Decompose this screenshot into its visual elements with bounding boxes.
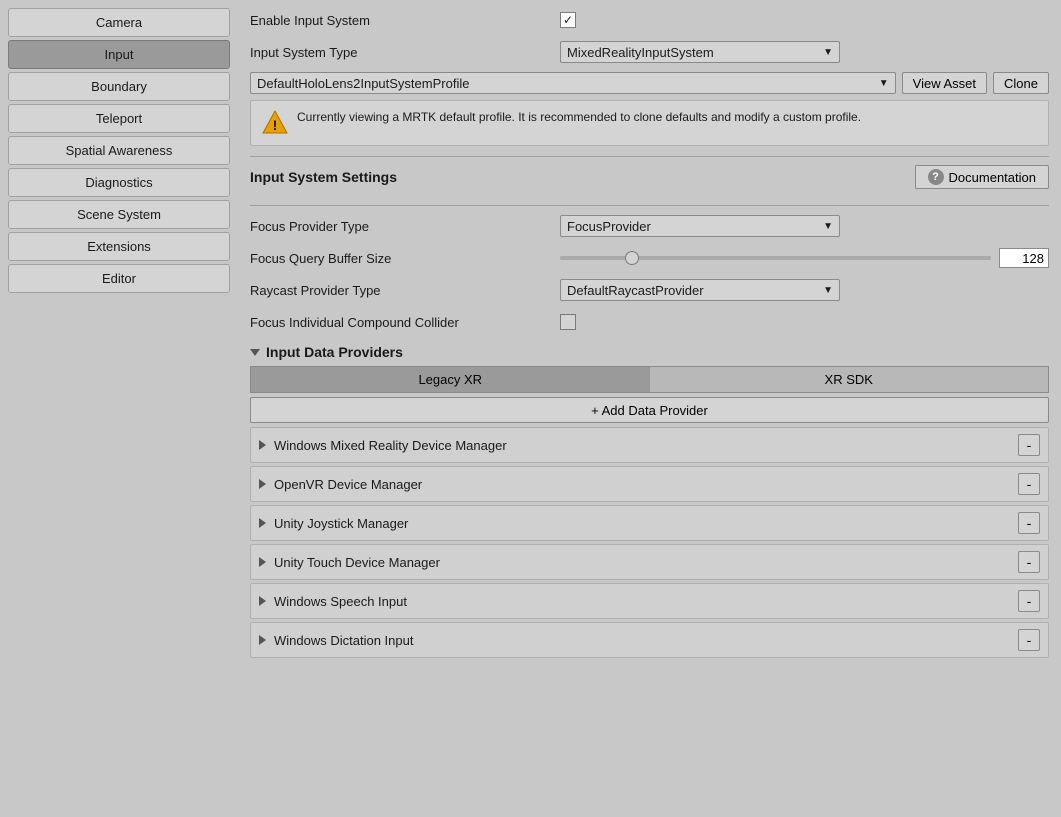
enable-input-label: Enable Input System: [250, 13, 560, 28]
provider-expand-icon[interactable]: [259, 518, 266, 528]
slider-thumb[interactable]: [625, 251, 639, 265]
svg-text:!: !: [273, 117, 278, 133]
provider-remove-button[interactable]: -: [1018, 434, 1040, 456]
provider-label: Unity Touch Device Manager: [274, 555, 1018, 570]
input-system-type-value: MixedRealityInputSystem ▼: [560, 41, 1049, 63]
warning-icon: !: [261, 109, 289, 137]
focus-query-label: Focus Query Buffer Size: [250, 251, 560, 266]
raycast-row: Raycast Provider Type DefaultRaycastProv…: [250, 278, 1049, 302]
focus-provider-dropdown-arrow-icon: ▼: [815, 221, 833, 232]
sidebar-item-scene-system[interactable]: Scene System: [8, 200, 230, 229]
dropdown-arrow-icon: ▼: [815, 47, 833, 58]
compound-collider-label: Focus Individual Compound Collider: [250, 315, 560, 330]
list-item: OpenVR Device Manager -: [250, 466, 1049, 502]
enable-input-value: [560, 12, 1049, 28]
providers-header: Input Data Providers: [250, 344, 1049, 360]
clone-button[interactable]: Clone: [993, 72, 1049, 94]
raycast-value: DefaultRaycastProvider ▼: [560, 279, 1049, 301]
list-item: Unity Touch Device Manager -: [250, 544, 1049, 580]
sidebar-item-diagnostics[interactable]: Diagnostics: [8, 168, 230, 197]
focus-query-slider-container: [560, 248, 1049, 268]
focus-query-value: [560, 248, 1049, 268]
view-asset-button[interactable]: View Asset: [902, 72, 987, 94]
sidebar-item-editor[interactable]: Editor: [8, 264, 230, 293]
provider-remove-button[interactable]: -: [1018, 629, 1040, 651]
providers-section: Input Data Providers Legacy XR XR SDK + …: [250, 344, 1049, 658]
provider-remove-button[interactable]: -: [1018, 473, 1040, 495]
provider-label: OpenVR Device Manager: [274, 477, 1018, 492]
provider-expand-icon[interactable]: [259, 635, 266, 645]
list-item: Windows Speech Input -: [250, 583, 1049, 619]
tab-xr-sdk[interactable]: XR SDK: [650, 367, 1049, 392]
raycast-dropdown-arrow-icon: ▼: [815, 285, 833, 296]
provider-label: Windows Mixed Reality Device Manager: [274, 438, 1018, 453]
tab-legacy-xr[interactable]: Legacy XR: [251, 367, 650, 392]
input-system-type-label: Input System Type: [250, 45, 560, 60]
main-content: Enable Input System Input System Type Mi…: [238, 0, 1061, 817]
provider-expand-icon[interactable]: [259, 557, 266, 567]
focus-query-number-input[interactable]: [999, 248, 1049, 268]
profile-dropdown-arrow-icon: ▼: [879, 78, 889, 89]
warning-box: ! Currently viewing a MRTK default profi…: [250, 100, 1049, 146]
divider: [250, 205, 1049, 206]
documentation-button[interactable]: ? Documentation: [915, 165, 1049, 189]
enable-input-row: Enable Input System: [250, 8, 1049, 32]
focus-provider-row: Focus Provider Type FocusProvider ▼: [250, 214, 1049, 238]
compound-collider-row: Focus Individual Compound Collider: [250, 310, 1049, 334]
sidebar-item-teleport[interactable]: Teleport: [8, 104, 230, 133]
sidebar-item-input[interactable]: Input: [8, 40, 230, 69]
sidebar-item-extensions[interactable]: Extensions: [8, 232, 230, 261]
provider-label: Windows Speech Input: [274, 594, 1018, 609]
provider-expand-icon[interactable]: [259, 596, 266, 606]
list-item: Windows Mixed Reality Device Manager -: [250, 427, 1049, 463]
section-title: Input System Settings: [250, 169, 397, 185]
list-item: Windows Dictation Input -: [250, 622, 1049, 658]
tab-bar: Legacy XR XR SDK: [250, 366, 1049, 393]
focus-provider-value: FocusProvider ▼: [560, 215, 1049, 237]
provider-label: Unity Joystick Manager: [274, 516, 1018, 531]
compound-collider-checkbox[interactable]: [560, 314, 576, 330]
provider-label: Windows Dictation Input: [274, 633, 1018, 648]
profile-row: DefaultHoloLens2InputSystemProfile ▼ Vie…: [250, 72, 1049, 94]
input-system-type-row: Input System Type MixedRealityInputSyste…: [250, 40, 1049, 64]
provider-expand-icon[interactable]: [259, 479, 266, 489]
focus-provider-dropdown[interactable]: FocusProvider ▼: [560, 215, 840, 237]
sidebar: Camera Input Boundary Teleport Spatial A…: [0, 0, 238, 817]
provider-expand-icon[interactable]: [259, 440, 266, 450]
raycast-dropdown[interactable]: DefaultRaycastProvider ▼: [560, 279, 840, 301]
section-header: Input System Settings ? Documentation: [250, 156, 1049, 195]
focus-query-slider[interactable]: [560, 256, 991, 260]
add-data-provider-button[interactable]: + Add Data Provider: [250, 397, 1049, 423]
sidebar-item-boundary[interactable]: Boundary: [8, 72, 230, 101]
provider-remove-button[interactable]: -: [1018, 512, 1040, 534]
providers-title: Input Data Providers: [266, 344, 403, 360]
list-item: Unity Joystick Manager -: [250, 505, 1049, 541]
sidebar-item-spatial-awareness[interactable]: Spatial Awareness: [8, 136, 230, 165]
provider-remove-button[interactable]: -: [1018, 551, 1040, 573]
profile-dropdown[interactable]: DefaultHoloLens2InputSystemProfile ▼: [250, 72, 896, 94]
provider-remove-button[interactable]: -: [1018, 590, 1040, 612]
warning-text: Currently viewing a MRTK default profile…: [297, 109, 861, 126]
raycast-label: Raycast Provider Type: [250, 283, 560, 298]
focus-provider-label: Focus Provider Type: [250, 219, 560, 234]
focus-query-row: Focus Query Buffer Size: [250, 246, 1049, 270]
compound-collider-value: [560, 314, 1049, 330]
sidebar-item-camera[interactable]: Camera: [8, 8, 230, 37]
providers-collapse-icon[interactable]: [250, 349, 260, 356]
help-icon: ?: [928, 169, 944, 185]
enable-input-checkbox[interactable]: [560, 12, 576, 28]
input-system-type-dropdown[interactable]: MixedRealityInputSystem ▼: [560, 41, 840, 63]
